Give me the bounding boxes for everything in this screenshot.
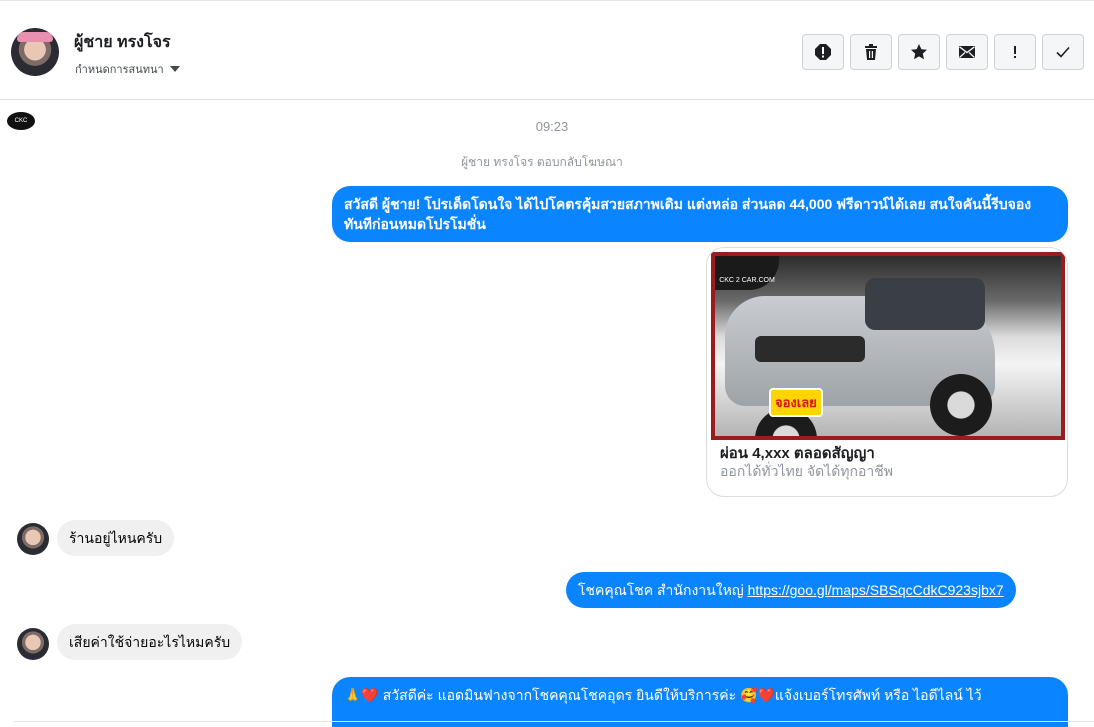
message-text: 🙏❤️ สวัสดีค่ะ แอดมินฟางจากโชคคุณโชคอุดร … — [344, 687, 982, 703]
car-wheel — [930, 374, 992, 436]
check-icon — [1056, 46, 1070, 58]
message-text: สวัสดี ผู้ชาย! โปรเด็ดโดนใจ ได้ไปโคตรคุ้… — [344, 196, 1032, 232]
exclamation-icon — [1014, 46, 1016, 58]
conversation-toolbar — [802, 34, 1084, 70]
delete-button[interactable] — [850, 34, 892, 70]
follow-up-button[interactable] — [994, 34, 1036, 70]
outgoing-message[interactable]: สวัสดี ผู้ชาย! โปรเด็ดโดนใจ ได้ไปโคตรคุ้… — [332, 186, 1068, 242]
contact-avatar-small[interactable] — [17, 523, 49, 555]
maps-link[interactable]: https://goo.gl/maps/SBSqcCdkC923sjbx7 — [748, 582, 1004, 598]
envelope-icon — [959, 46, 975, 58]
contact-avatar-small[interactable] — [17, 628, 49, 660]
outgoing-message[interactable]: โชคคุณโชค สำนักงานใหญ่ https://goo.gl/ma… — [566, 572, 1016, 608]
contact-avatar[interactable] — [11, 28, 59, 76]
mark-unread-button[interactable] — [946, 34, 988, 70]
alert-icon — [815, 44, 831, 60]
ad-card[interactable]: CKC 2 CAR.COM จองเลย ผ่อน 4,xxx ตลอดสัญญ… — [706, 247, 1068, 497]
car-grill — [755, 336, 865, 362]
conversation-label-dropdown[interactable]: กำหนดการสนทนา — [75, 60, 180, 78]
car-photo: CKC 2 CAR.COM จองเลย — [715, 256, 1061, 436]
caret-down-icon — [169, 66, 180, 72]
message-text: เสียค่าใช้จ่ายอะไรไหมครับ — [69, 634, 231, 650]
composer-divider — [14, 721, 1094, 722]
trash-icon — [865, 44, 877, 60]
message-text: โชคคุณโชค สำนักงานใหญ่ — [578, 582, 748, 598]
star-button[interactable] — [898, 34, 940, 70]
conversation-label-text: กำหนดการสนทนา — [75, 64, 164, 76]
incoming-message[interactable]: ร้านอยู่ไหนครับ — [57, 520, 175, 556]
contact-name[interactable]: ผู้ชาย ทรงโจร — [74, 30, 171, 55]
message-text: ร้านอยู่ไหนครับ — [69, 530, 163, 546]
incoming-message[interactable]: เสียค่าใช้จ่ายอะไรไหมครับ — [57, 624, 243, 660]
ad-card-image: CKC 2 CAR.COM จองเลย — [711, 252, 1065, 440]
conversation-header: ผู้ชาย ทรงโจร กำหนดการสนทนา — [0, 4, 1094, 100]
book-now-sticker: จองเลย — [769, 388, 823, 417]
ad-reply-note: ผู้ชาย ทรงโจร ตอบกลับโฆษณา — [461, 155, 623, 169]
dealer-badge: CKC 2 CAR.COM — [715, 256, 779, 290]
message-timestamp: 09:23 — [535, 119, 569, 134]
mark-done-button[interactable] — [1042, 34, 1084, 70]
dealer-badge-text: CKC 2 CAR.COM — [719, 277, 775, 284]
ad-card-subtitle: ออกได้ทั่วไทย จัดได้ทุกอาชีพ — [720, 463, 894, 479]
mark-spam-button[interactable] — [802, 34, 844, 70]
star-icon — [911, 44, 927, 60]
car-window — [865, 278, 985, 330]
outgoing-message[interactable]: 🙏❤️ สวัสดีค่ะ แอดมินฟางจากโชคคุณโชคอุดร … — [332, 677, 1068, 727]
